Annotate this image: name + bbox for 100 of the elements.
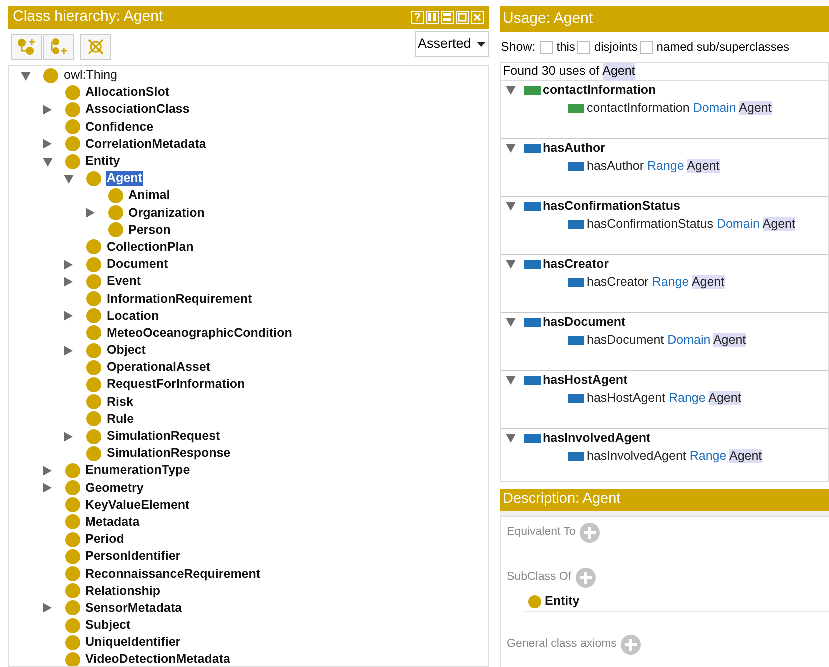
class-label[interactable]: MeteoOceanographicCondition: [106, 326, 294, 341]
class-label[interactable]: CorrelationMetadata: [84, 136, 208, 152]
collapse-arrow-icon[interactable]: [506, 201, 516, 211]
collapse-arrow-icon[interactable]: [506, 317, 516, 327]
collapse-arrow-icon[interactable]: [506, 375, 516, 385]
class-icon: [86, 411, 102, 428]
collapse-arrow-icon[interactable]: [21, 70, 31, 81]
class-label[interactable]: Geometry: [84, 480, 145, 496]
checkbox-label[interactable]: disjoints: [594, 38, 638, 56]
expand-arrow-icon[interactable]: [42, 483, 52, 494]
class-label[interactable]: Agent: [106, 171, 144, 186]
class-icon: [64, 652, 80, 666]
checkbox-label[interactable]: this: [556, 38, 576, 56]
collapse-arrow-icon[interactable]: [506, 433, 516, 443]
class-icon: [64, 497, 80, 514]
axiom-text[interactable]: hasDocument Domain Agent: [587, 330, 746, 350]
class-label[interactable]: Subject: [84, 618, 132, 634]
class-icon: [108, 188, 124, 204]
class-icon: [86, 428, 102, 445]
class-icon: [86, 325, 102, 342]
expand-arrow-icon[interactable]: [42, 466, 52, 476]
class-label[interactable]: AssociationClass: [84, 102, 191, 118]
class-icon: [86, 239, 102, 256]
class-label[interactable]: Period: [84, 532, 126, 548]
checkbox-label[interactable]: named sub/superclasses: [656, 38, 790, 56]
class-label[interactable]: PersonIdentifier: [84, 549, 182, 564]
class-label[interactable]: SensorMetadata: [84, 600, 184, 616]
class-label[interactable]: AllocationSlot: [84, 85, 171, 100]
class-label[interactable]: Document: [106, 257, 170, 272]
collapse-arrow-icon[interactable]: [42, 156, 52, 167]
class-icon: [64, 583, 80, 600]
property-label[interactable]: contactInformation: [543, 80, 656, 100]
class-label[interactable]: SimulationRequest: [106, 429, 222, 444]
class-icon: [64, 514, 80, 530]
property-label[interactable]: hasDocument: [543, 312, 626, 332]
class-label[interactable]: ReconnaissanceRequirement: [84, 566, 262, 582]
property-label[interactable]: hasAuthor: [543, 138, 606, 158]
class-label[interactable]: EnumerationType: [84, 463, 192, 478]
property-icon: [568, 452, 584, 460]
class-label[interactable]: KeyValueElement: [84, 498, 191, 513]
expand-arrow-icon[interactable]: [86, 208, 96, 218]
expand-arrow-icon[interactable]: [64, 346, 74, 356]
collapse-arrow-icon[interactable]: [64, 174, 74, 184]
expand-arrow-icon[interactable]: [42, 104, 52, 115]
class-icon: [86, 170, 102, 187]
class-label[interactable]: Person: [128, 222, 172, 238]
axiom-text[interactable]: contactInformation Domain Agent: [587, 98, 772, 118]
expand-arrow-icon[interactable]: [42, 603, 52, 614]
class-label[interactable]: Entity: [84, 154, 122, 170]
panel-title: Usage: Agent: [503, 8, 594, 29]
class-label[interactable]: SimulationResponse: [106, 446, 232, 462]
expand-arrow-icon[interactable]: [42, 139, 52, 150]
view-mode-dropdown[interactable]: Asserted: [415, 31, 489, 57]
class-icon: [64, 634, 80, 651]
class-label[interactable]: CollectionPlan: [106, 240, 195, 255]
collapse-arrow-icon[interactable]: [506, 259, 516, 269]
class-label[interactable]: Animal: [128, 188, 172, 204]
class-label[interactable]: VideoDetectionMetadata: [84, 652, 232, 666]
class-icon: [86, 360, 102, 376]
property-label[interactable]: hasConfirmationStatus: [543, 196, 681, 216]
class-label[interactable]: UniqueIdentifier: [84, 635, 182, 650]
class-icon: [64, 84, 80, 101]
class-icon: [108, 222, 124, 238]
class-icon: [86, 342, 102, 359]
class-label[interactable]: Relationship: [84, 584, 162, 599]
add-sibling-icon: [48, 38, 68, 56]
axiom-text[interactable]: hasInvolvedAgent Range Agent: [587, 446, 762, 466]
class-label[interactable]: Object: [106, 343, 147, 358]
checkbox[interactable]: [640, 40, 653, 54]
class-icon: [64, 548, 80, 565]
class-label[interactable]: Risk: [106, 394, 134, 410]
class-label[interactable]: Metadata: [84, 514, 141, 530]
class-icon: [64, 119, 80, 136]
class-label[interactable]: owl:Thing: [63, 68, 118, 84]
expand-arrow-icon[interactable]: [64, 311, 74, 322]
property-label[interactable]: hasCreator: [543, 254, 609, 274]
class-label[interactable]: RequestForInformation: [106, 377, 246, 392]
checkbox[interactable]: [577, 40, 590, 54]
property-label[interactable]: hasHostAgent: [543, 370, 628, 390]
property-icon: [568, 336, 584, 344]
superclass-label[interactable]: Entity: [545, 592, 580, 611]
property-label[interactable]: hasInvolvedAgent: [543, 428, 651, 448]
class-label[interactable]: Location: [106, 308, 160, 324]
class-label[interactable]: Organization: [128, 206, 206, 221]
expand-arrow-icon[interactable]: [64, 260, 74, 270]
axiom-text[interactable]: hasCreator Range Agent: [587, 272, 725, 292]
class-label[interactable]: Event: [106, 274, 142, 290]
class-label[interactable]: Rule: [106, 412, 136, 427]
collapse-arrow-icon[interactable]: [506, 143, 516, 153]
class-label[interactable]: InformationRequirement: [106, 292, 254, 307]
expand-arrow-icon[interactable]: [64, 432, 74, 442]
class-icon: [528, 594, 542, 608]
axiom-text[interactable]: hasConfirmationStatus Domain Agent: [587, 214, 796, 234]
collapse-arrow-icon[interactable]: [506, 85, 516, 95]
axiom-text[interactable]: hasAuthor Range Agent: [587, 156, 720, 176]
class-label[interactable]: OperationalAsset: [106, 360, 212, 376]
checkbox[interactable]: [540, 40, 553, 54]
class-label[interactable]: Confidence: [84, 120, 155, 135]
axiom-text[interactable]: hasHostAgent Range Agent: [587, 388, 742, 408]
expand-arrow-icon[interactable]: [64, 276, 74, 287]
